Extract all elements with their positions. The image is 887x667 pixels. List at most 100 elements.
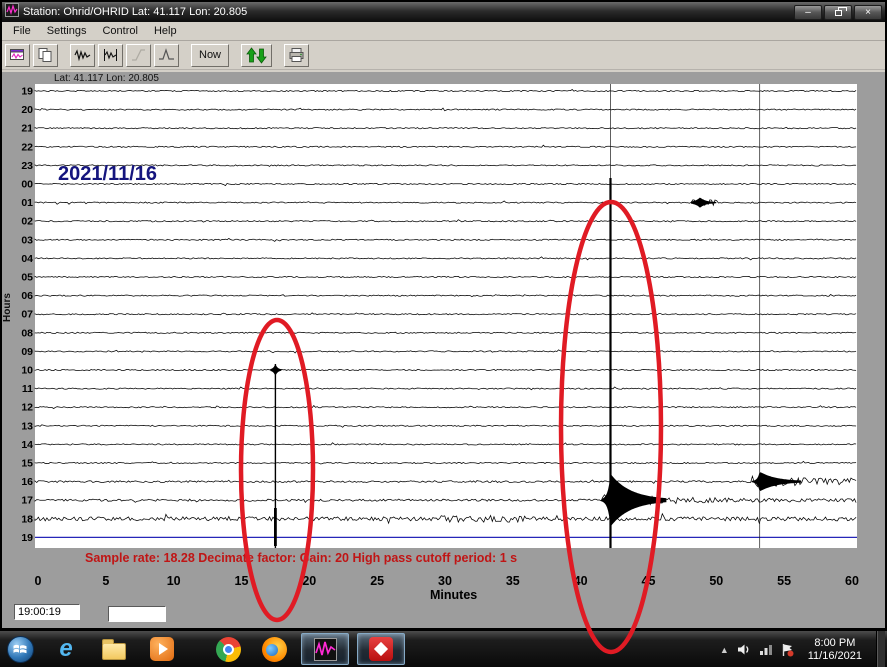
taskbar-internet-explorer[interactable]: e <box>51 633 81 665</box>
green-up-down-arrows-icon <box>246 47 267 64</box>
copy-icon <box>37 47 54 63</box>
hour-label-15: 10 <box>21 365 33 377</box>
extract-waveform-button[interactable] <box>98 44 123 67</box>
minute-label-25: 25 <box>370 574 384 588</box>
minute-label-0: 0 <box>35 574 42 588</box>
chrome-icon <box>216 637 241 662</box>
clock-time: 8:00 PM <box>808 637 862 650</box>
hour-label-17: 12 <box>21 402 33 414</box>
filter-tool-button[interactable] <box>154 44 179 67</box>
clock-date: 11/16/2021 <box>808 650 862 663</box>
hour-label-23: 18 <box>21 513 33 525</box>
taskbar-seismograph-app[interactable] <box>301 633 349 665</box>
minute-label-5: 5 <box>102 574 109 588</box>
network-icon[interactable] <box>759 643 773 656</box>
extract-waveform-icon <box>102 47 119 63</box>
menu-file[interactable]: File <box>5 23 39 39</box>
taskbar: e ▲ 8:00 PM 11/16/2021 <box>0 630 887 667</box>
minute-label-35: 35 <box>506 574 520 588</box>
slope-tool-button[interactable] <box>126 44 151 67</box>
hour-label-3: 22 <box>21 141 33 153</box>
hour-label-10: 05 <box>21 272 33 284</box>
station-window-icon <box>9 47 26 63</box>
plot-background <box>35 84 857 548</box>
open-station-button[interactable] <box>5 44 30 67</box>
titlebar[interactable]: Station: Ohrid/OHRID Lat: 41.117 Lon: 20… <box>2 2 885 22</box>
window-controls: – × <box>794 5 882 20</box>
close-icon: × <box>865 7 871 18</box>
hour-label-8: 03 <box>21 234 33 246</box>
hour-label-19: 14 <box>21 439 33 451</box>
scroll-updown-button[interactable] <box>241 44 272 67</box>
start-orb-icon <box>7 636 34 663</box>
hour-label-0: 19 <box>21 86 33 98</box>
restore-button[interactable] <box>824 5 852 20</box>
taskbar-clock[interactable]: 8:00 PM 11/16/2021 <box>808 637 862 663</box>
hour-label-4: 23 <box>21 160 33 172</box>
event-spike-thick <box>274 508 277 546</box>
taskbar-file-explorer[interactable] <box>99 633 129 665</box>
hour-label-16: 11 <box>22 383 33 395</box>
media-player-icon <box>150 637 174 661</box>
app-window: Station: Ohrid/OHRID Lat: 41.117 Lon: 20… <box>0 0 887 630</box>
taskbar-firefox[interactable] <box>259 633 289 665</box>
play-glyph <box>159 643 168 655</box>
internet-explorer-icon: e <box>59 637 72 661</box>
minute-label-45: 45 <box>642 574 656 588</box>
diamond-glyph <box>374 642 388 656</box>
app-icon <box>5 3 19 22</box>
taskbar-start-orb[interactable] <box>5 633 35 665</box>
minute-label-60: 60 <box>845 574 859 588</box>
hour-label-12: 07 <box>21 309 33 321</box>
taskbar-apps: e <box>5 631 415 667</box>
taskbar-media-player[interactable] <box>147 633 177 665</box>
minute-label-55: 55 <box>777 574 791 588</box>
minutes-axis-title: Minutes <box>430 588 477 602</box>
hidden-icons-button[interactable]: ▲ <box>720 645 729 655</box>
minute-label-15: 15 <box>235 574 249 588</box>
taskbar-red-app[interactable] <box>357 633 405 665</box>
hour-label-24: 19 <box>21 532 33 544</box>
minute-label-30: 30 <box>438 574 452 588</box>
hour-label-7: 02 <box>21 216 33 228</box>
toolbar: Now <box>2 41 885 70</box>
seismograph-app-icon <box>314 638 337 661</box>
action-center-flag-icon[interactable] <box>781 643 794 657</box>
hour-label-14: 09 <box>21 346 33 358</box>
hour-label-13: 08 <box>21 327 33 339</box>
show-desktop-button[interactable] <box>876 631 885 667</box>
copy-view-button[interactable] <box>33 44 58 67</box>
now-button[interactable]: Now <box>191 44 229 67</box>
station-coords-label: Lat: 41.117 Lon: 20.805 <box>54 73 159 84</box>
hour-label-18: 13 <box>21 420 33 432</box>
minute-label-10: 10 <box>167 574 181 588</box>
volume-icon[interactable] <box>737 643 751 656</box>
acquisition-info-label: Sample rate: 18.28 Decimate factor: Gain… <box>85 551 517 565</box>
hour-label-2: 21 <box>21 123 33 135</box>
hour-label-11: 06 <box>21 290 33 302</box>
minute-label-20: 20 <box>302 574 316 588</box>
current-time-field[interactable] <box>14 604 80 620</box>
minute-label-50: 50 <box>709 574 723 588</box>
hour-label-22: 17 <box>21 495 33 507</box>
taskbar-chrome[interactable] <box>213 633 243 665</box>
hour-label-21: 16 <box>21 476 33 488</box>
hour-label-20: 15 <box>21 458 33 470</box>
helicorder-plot[interactable]: 1920212223000102030405060708091011121314… <box>2 72 885 628</box>
aux-field[interactable] <box>108 606 166 622</box>
waveform-view-button[interactable] <box>70 44 95 67</box>
firefox-icon <box>262 637 287 662</box>
hour-label-6: 01 <box>21 197 33 209</box>
menu-settings[interactable]: Settings <box>39 23 95 39</box>
waveform-icon <box>74 47 91 63</box>
minimize-icon: – <box>805 7 811 18</box>
minimize-button[interactable]: – <box>794 5 822 20</box>
menu-help[interactable]: Help <box>146 23 185 39</box>
print-button[interactable] <box>284 44 309 67</box>
desktop-screen: Station: Ohrid/OHRID Lat: 41.117 Lon: 20… <box>0 0 887 667</box>
restore-icon <box>835 10 842 16</box>
close-button[interactable]: × <box>854 5 882 20</box>
window-title: Station: Ohrid/OHRID Lat: 41.117 Lon: 20… <box>23 6 790 18</box>
menu-control[interactable]: Control <box>94 23 145 39</box>
menubar: FileSettingsControlHelp <box>2 22 885 41</box>
